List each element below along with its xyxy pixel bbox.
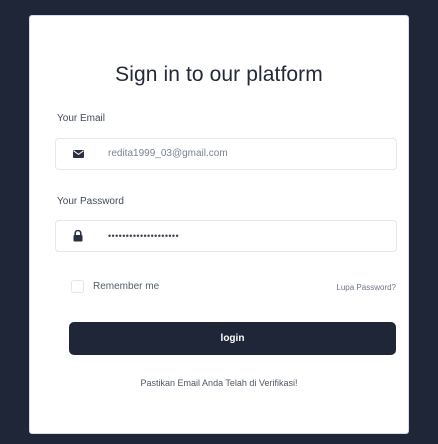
password-field[interactable]: •••••••••••••••••••• — [55, 220, 397, 252]
email-value: redita1999_03@gmail.com — [108, 148, 228, 159]
password-value: •••••••••••••••••••• — [108, 231, 180, 241]
login-button[interactable]: login — [69, 322, 396, 355]
lock-icon — [69, 221, 87, 251]
email-label: Your Email — [57, 113, 105, 124]
envelope-icon — [69, 139, 87, 169]
remember-label: Remember me — [93, 280, 160, 292]
email-field[interactable]: redita1999_03@gmail.com — [55, 138, 397, 170]
forgot-password-link[interactable]: Lupa Password? — [336, 283, 396, 292]
remember-checkbox[interactable] — [71, 279, 84, 293]
remember-me[interactable]: Remember me — [71, 279, 159, 293]
password-label: Your Password — [57, 196, 124, 207]
verification-note: Pastikan Email Anda Telah di Verifikasi! — [140, 378, 298, 388]
page-title: Sign in to our platform — [115, 63, 323, 86]
login-card: Sign in to our platform Your Email redit… — [29, 15, 409, 434]
